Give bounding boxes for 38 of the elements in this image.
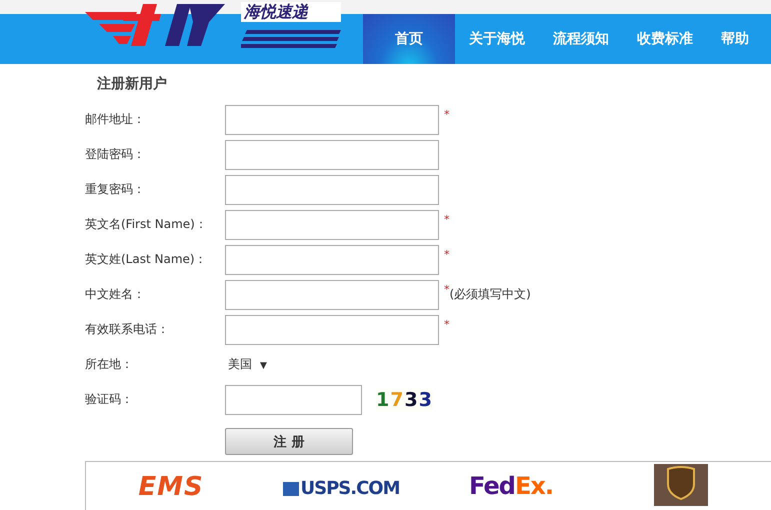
field-label: 所在地： (85, 356, 134, 373)
carrier-logo: EMS (138, 472, 204, 502)
field-label: 验证码： (85, 391, 134, 408)
required-mark: * (444, 248, 450, 261)
required-mark: * (444, 108, 450, 121)
input-field[interactable] (225, 174, 439, 204)
form-title: 注册新用户 (97, 74, 168, 94)
field-label: 英文名(First Name)： (85, 216, 208, 233)
input-field[interactable] (225, 314, 439, 344)
nav-tab[interactable]: 收费标准 (623, 14, 707, 64)
brand-name: 海悦速递 (241, 2, 341, 22)
nav-tab[interactable]: 首页 (363, 14, 455, 64)
input-field[interactable] (225, 140, 439, 170)
carrier-logo: USPS.COM (282, 478, 400, 499)
input-field[interactable] (225, 244, 439, 274)
nav-tab[interactable]: 关于海悦 (455, 14, 539, 64)
country-select[interactable]: 美国 ▼ (228, 356, 267, 373)
input-field[interactable] (225, 280, 439, 310)
required-mark: * (444, 318, 450, 331)
shield-icon (654, 464, 708, 506)
input-field[interactable] (225, 104, 439, 134)
register-button[interactable]: 注 册 (225, 428, 353, 455)
captcha-field[interactable] (225, 384, 362, 414)
required-mark: * (444, 283, 450, 296)
nav-tab[interactable]: 流程须知 (539, 14, 623, 64)
field-label: 登陆密码： (85, 146, 146, 163)
field-label: 英文姓(Last Name)： (85, 251, 208, 268)
field-label: 有效联系电话： (85, 321, 170, 338)
required-mark: * (444, 213, 450, 226)
nav-tab[interactable]: 帮助 (707, 14, 763, 64)
field-label: 中文姓名： (85, 286, 146, 303)
stripes-icon (241, 30, 341, 48)
input-field[interactable] (225, 210, 439, 240)
field-note: (必须填写中文) (450, 286, 531, 303)
captcha-image: 1733 (376, 388, 433, 410)
carrier-logo: FedEx. (469, 472, 553, 500)
field-label: 邮件地址： (85, 111, 146, 128)
field-label: 重复密码： (85, 181, 146, 198)
